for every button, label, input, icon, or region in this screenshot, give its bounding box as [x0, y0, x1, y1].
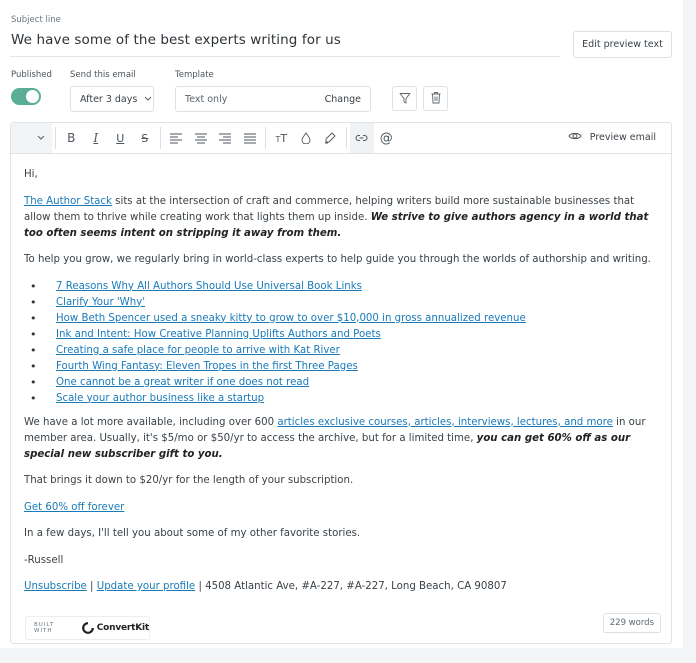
built-with-label: BUILT WITH — [34, 622, 55, 634]
discount-cta-link[interactable]: Get 60% off forever — [24, 502, 124, 513]
published-toggle[interactable] — [11, 88, 41, 105]
closing-paragraph: In a few days, I'll tell you about some … — [24, 528, 361, 539]
at-sign-icon: @ — [379, 130, 393, 146]
delete-button[interactable] — [423, 86, 448, 111]
word-count-badge: 229 words — [602, 613, 661, 633]
underline-button[interactable]: U — [108, 123, 133, 153]
offer-paragraph: We have a lot more available, including … — [24, 416, 646, 460]
article-link[interactable]: 7 Reasons Why All Authors Should Use Uni… — [56, 281, 362, 292]
font-size-icon: TT — [275, 131, 288, 145]
highlight-button[interactable] — [318, 123, 343, 153]
list-item: Creating a safe place for people to arri… — [24, 343, 657, 359]
member-area-link[interactable]: articles exclusive courses, articles, in… — [277, 417, 613, 428]
list-item: Scale your author business like a startu… — [24, 391, 657, 407]
preview-email-button[interactable]: Preview email — [568, 131, 656, 144]
list-item: Ink and Intent: How Creative Planning Up… — [24, 327, 657, 343]
email-body-editor: B I U S TT @ Preview email Hi, The Autho… — [10, 122, 672, 644]
unsubscribe-link[interactable]: Unsubscribe — [24, 581, 87, 592]
chevron-down-icon — [144, 95, 152, 103]
author-stack-link[interactable]: The Author Stack — [24, 196, 112, 207]
bold-icon: B — [67, 131, 76, 145]
subject-line-label: Subject line — [11, 15, 61, 25]
article-link[interactable]: Ink and Intent: How Creative Planning Up… — [56, 329, 381, 340]
align-left-button[interactable] — [164, 123, 189, 153]
email-body-content[interactable]: Hi, The Author Stack sits at the interse… — [24, 167, 657, 606]
link-button[interactable] — [349, 123, 374, 153]
article-link[interactable]: How Beth Spencer used a sneaky kitty to … — [56, 313, 526, 324]
paragraph-style-select[interactable] — [11, 123, 52, 153]
help-paragraph: To help you grow, we regularly bring in … — [24, 254, 651, 265]
article-link[interactable]: Clarify Your 'Why' — [56, 297, 145, 308]
article-link[interactable]: Fourth Wing Fantasy: Eleven Tropes in th… — [56, 361, 358, 372]
mention-button[interactable]: @ — [374, 123, 399, 153]
underline-icon: U — [116, 131, 125, 145]
align-center-button[interactable] — [189, 123, 214, 153]
intro-paragraph: The Author Stack sits at the intersectio… — [24, 195, 649, 239]
list-item: How Beth Spencer used a sneaky kitty to … — [24, 311, 657, 327]
toggle-knob — [26, 90, 39, 103]
link-icon — [355, 134, 368, 142]
convertkit-brand: ConvertKit — [96, 623, 149, 633]
subject-divider — [10, 56, 560, 57]
justify-icon — [243, 133, 256, 144]
list-item: Clarify Your 'Why' — [24, 295, 657, 311]
edit-preview-text-button[interactable]: Edit preview text — [573, 31, 672, 58]
template-label: Template — [175, 70, 214, 80]
justify-button[interactable] — [238, 123, 263, 153]
align-left-icon — [170, 133, 183, 144]
filter-button[interactable] — [392, 86, 417, 111]
list-item: 7 Reasons Why All Authors Should Use Uni… — [24, 279, 657, 295]
strikethrough-button[interactable]: S — [133, 123, 158, 153]
list-item: One cannot be a great writer if one does… — [24, 375, 657, 391]
greeting: Hi, — [24, 169, 38, 180]
font-size-button[interactable]: TT — [269, 123, 294, 153]
chevron-down-icon — [37, 134, 45, 142]
article-link[interactable]: Scale your author business like a startu… — [56, 393, 264, 404]
bold-button[interactable]: B — [59, 123, 84, 153]
highlighter-icon — [324, 132, 336, 144]
price-paragraph: That brings it down to $20/yr for the le… — [24, 475, 354, 486]
preview-email-label: Preview email — [589, 132, 656, 143]
text-color-button[interactable] — [294, 123, 319, 153]
italic-button[interactable]: I — [84, 123, 109, 153]
update-profile-link[interactable]: Update your profile — [97, 581, 195, 592]
italic-icon: I — [93, 131, 99, 145]
send-delay-select[interactable]: After 3 days — [70, 86, 154, 112]
email-footer: Unsubscribe | Update your profile | 4508… — [24, 581, 507, 592]
eye-icon — [568, 131, 590, 144]
cta-paragraph: Get 60% off forever — [24, 500, 657, 516]
align-right-button[interactable] — [213, 123, 238, 153]
send-email-label: Send this email — [70, 70, 136, 80]
toolbar-divider — [345, 127, 347, 149]
toolbar-divider — [265, 127, 266, 149]
toolbar-divider — [160, 127, 161, 149]
trash-icon — [430, 89, 442, 108]
email-editor-page: Subject line We have some of the best ex… — [0, 0, 683, 648]
toolbar-divider — [55, 127, 56, 149]
strikethrough-icon: S — [141, 131, 149, 145]
convertkit-logo-icon — [81, 619, 94, 638]
article-link[interactable]: One cannot be a great writer if one does… — [56, 377, 309, 388]
list-item: Fourth Wing Fantasy: Eleven Tropes in th… — [24, 359, 657, 375]
droplet-icon — [301, 132, 311, 144]
formatting-toolbar: B I U S TT @ Preview email — [11, 123, 671, 154]
align-right-icon — [219, 133, 232, 144]
article-links-list: 7 Reasons Why All Authors Should Use Uni… — [24, 279, 657, 407]
subject-line-input[interactable]: We have some of the best experts writing… — [11, 32, 341, 48]
built-with-convertkit-badge[interactable]: BUILT WITH ConvertKit — [25, 616, 150, 640]
article-link[interactable]: Creating a safe place for people to arri… — [56, 345, 340, 356]
filter-icon — [399, 89, 411, 108]
published-label: Published — [11, 70, 52, 80]
signature: -Russell — [24, 554, 64, 566]
template-field: Text only Change — [175, 86, 371, 112]
send-delay-value: After 3 days — [80, 93, 138, 105]
align-center-icon — [194, 133, 207, 144]
mailing-address: | 4508 Atlantic Ave, #A-227, #A-227, Lon… — [195, 581, 507, 592]
template-value: Text only — [185, 93, 228, 105]
template-change-button[interactable]: Change — [325, 94, 361, 105]
